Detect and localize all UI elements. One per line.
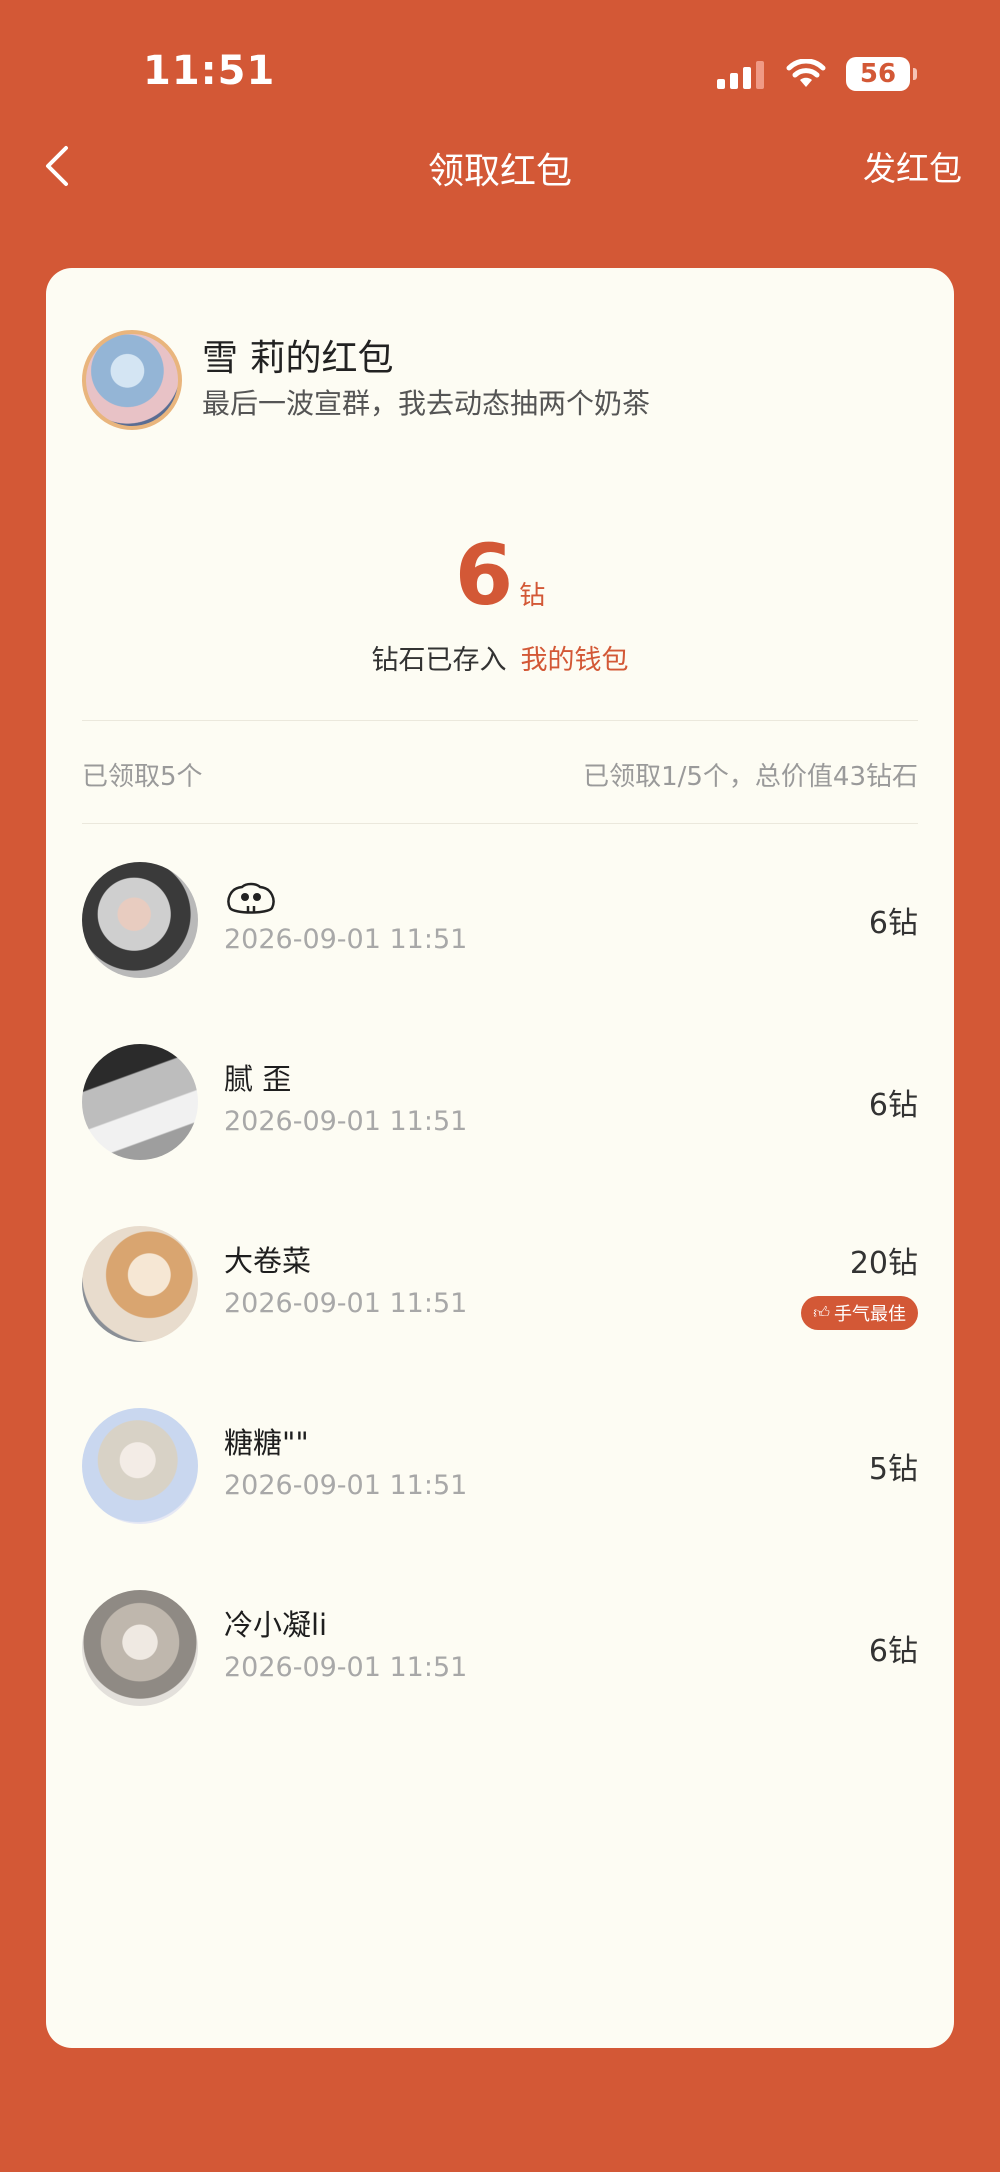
divider <box>82 823 918 824</box>
claim-amount: 5钻 <box>868 1452 918 1487</box>
claim-amount: 6钻 <box>868 1088 918 1123</box>
avatar[interactable] <box>82 862 198 978</box>
claim-time: 2026-09-01 11:51 <box>224 1288 468 1319</box>
claim-time: 2026-09-01 11:51 <box>224 924 468 955</box>
divider <box>82 720 918 721</box>
cartoon-face-icon <box>227 882 275 914</box>
claim-amount: 6钻 <box>868 1634 918 1669</box>
page-title: 领取红包 <box>427 151 572 192</box>
amount-value: 6 <box>454 526 514 624</box>
list-item[interactable]: 糖糖"" 2026-09-01 11:51 5钻 <box>82 1408 918 1524</box>
status-time: 11:51 <box>143 48 276 94</box>
amount-unit: 钻 <box>519 581 546 611</box>
list-item[interactable]: 大卷菜 2026-09-01 11:51 20钻 👍︎ 手气最佳 <box>82 1226 918 1342</box>
avatar[interactable] <box>82 1226 198 1342</box>
claimer-name: 冷小凝li <box>224 1608 328 1642</box>
wifi-icon <box>786 59 826 87</box>
luckiest-badge: 👍︎ 手气最佳 <box>801 1296 918 1330</box>
avatar[interactable] <box>82 330 182 430</box>
cellular-signal-icon <box>717 59 764 89</box>
wallet-notice: 钻石已存入 我的钱包 <box>46 638 954 677</box>
claim-amount: 20钻 <box>849 1246 918 1281</box>
claimer-name: 腻 歪 <box>224 1062 292 1096</box>
my-wallet-link[interactable]: 我的钱包 <box>521 645 629 676</box>
claimed-count: 已领取5个 <box>82 762 203 792</box>
sender-header: 雪 莉的红包 最后一波宣群，我去动态抽两个奶茶 <box>82 330 650 430</box>
send-red-packet-button[interactable]: 发红包 <box>863 142 962 190</box>
avatar[interactable] <box>82 1590 198 1706</box>
avatar[interactable] <box>82 1408 198 1524</box>
claimed-total: 已领取1/5个，总价值43钻石 <box>583 762 918 792</box>
claimer-name: 糖糖"" <box>224 1426 309 1460</box>
claim-time: 2026-09-01 11:51 <box>224 1106 468 1137</box>
list-item[interactable]: 冷小凝li 2026-09-01 11:51 6钻 <box>82 1590 918 1706</box>
battery-icon: 56 <box>846 57 917 91</box>
claim-time: 2026-09-01 11:51 <box>224 1652 468 1683</box>
red-packet-detail-screen: 11:51 56 领取红包 发红包 雪 莉的红包 最后一波宣群，我去动态抽两个奶… <box>0 0 1000 2172</box>
avatar[interactable] <box>82 1044 198 1160</box>
red-packet-card: 雪 莉的红包 最后一波宣群，我去动态抽两个奶茶 6钻 钻石已存入 我的钱包 已领取… <box>46 268 954 2048</box>
claim-time: 2026-09-01 11:51 <box>224 1470 468 1501</box>
claimer-name: 大卷菜 <box>224 1244 312 1278</box>
sender-title: 雪 莉的红包 <box>202 338 394 379</box>
received-amount: 6钻 <box>46 526 954 624</box>
luckiest-label: 手气最佳 <box>834 1304 906 1325</box>
sender-message: 最后一波宣群，我去动态抽两个奶茶 <box>202 387 651 420</box>
thumbs-up-icon: 👍︎ <box>813 1303 830 1322</box>
wallet-text: 钻石已存入 <box>371 645 507 676</box>
status-icons: 56 <box>717 54 917 94</box>
list-item[interactable]: 2026-09-01 11:51 6钻 <box>82 862 918 978</box>
battery-level: 56 <box>859 59 897 89</box>
list-item[interactable]: 腻 歪 2026-09-01 11:51 6钻 <box>82 1044 918 1160</box>
claim-amount: 6钻 <box>868 906 918 941</box>
